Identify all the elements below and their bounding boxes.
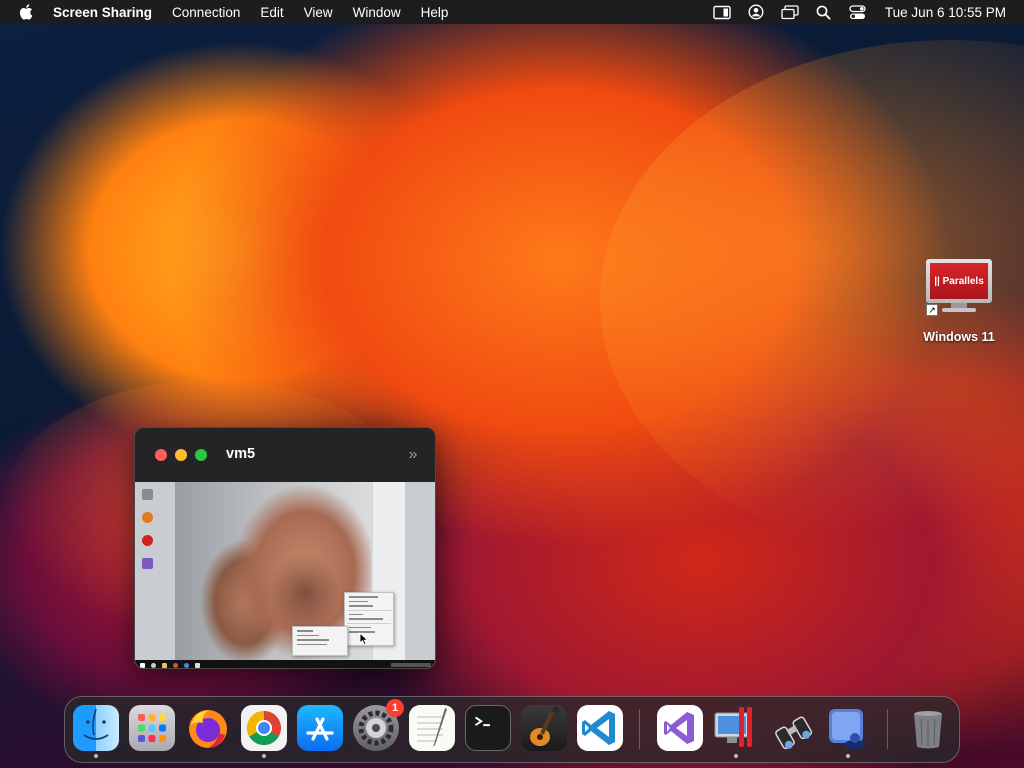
dock-item-garageband[interactable]: [521, 705, 567, 751]
menu-window[interactable]: Window: [353, 5, 401, 20]
parallels-logo: || Parallels: [930, 263, 988, 299]
remote-parallels-icon[interactable]: [141, 535, 153, 546]
dock-item-textedit[interactable]: [409, 705, 455, 751]
menu-bar: Screen Sharing Connection Edit View Wind…: [0, 0, 1024, 24]
menu-help[interactable]: Help: [421, 5, 449, 20]
menu-edit[interactable]: Edit: [260, 5, 283, 20]
finder-icon: [73, 705, 119, 751]
dock-divider: [887, 709, 888, 749]
dock-item-trash[interactable]: [905, 705, 951, 751]
remote-visual-studio-icon[interactable]: [141, 558, 153, 569]
window-zoom-button[interactable]: [195, 449, 207, 461]
dock-item-vscode[interactable]: [577, 705, 623, 751]
desktop-icon-label: Windows 11: [923, 330, 995, 344]
remote-app-icon[interactable]: [141, 512, 153, 523]
menu-app-name[interactable]: Screen Sharing: [53, 5, 152, 20]
remote-firefox-icon[interactable]: [173, 662, 178, 668]
running-indicator: [262, 754, 266, 758]
window-title: vm5: [226, 446, 256, 462]
dock-item-visual-studio[interactable]: [657, 705, 703, 751]
dock-item-screen-sharing[interactable]: [769, 705, 815, 751]
menu-view[interactable]: View: [304, 5, 333, 20]
remote-app-taskbar-icon[interactable]: [195, 662, 200, 668]
firefox-icon: [185, 705, 231, 751]
running-indicator: [734, 754, 738, 758]
garageband-icon: [521, 705, 567, 751]
vscode-icon: [577, 705, 623, 751]
visual-studio-icon: [657, 705, 703, 751]
screen-sharing-window[interactable]: vm5 »: [134, 427, 436, 669]
dock-item-launchpad[interactable]: [129, 705, 175, 751]
apple-menu-icon[interactable]: [18, 3, 36, 21]
remote-search-icon[interactable]: [151, 662, 156, 668]
dock-divider: [639, 709, 640, 749]
remote-recycle-bin-icon[interactable]: [141, 489, 153, 500]
toolbar-overflow-chevron-icon[interactable]: »: [403, 445, 423, 465]
desktop-icon-windows-11[interactable]: || Parallels ↗ Windows 11: [914, 256, 1004, 344]
screen-sharing-binoculars-icon: [769, 705, 815, 751]
dock: 1: [64, 696, 960, 763]
dock-item-app-store[interactable]: [297, 705, 343, 751]
dock-item-finder[interactable]: [73, 705, 119, 758]
dock-item-firefox[interactable]: [185, 705, 231, 751]
remote-edge-icon[interactable]: [184, 662, 189, 668]
alias-arrow-icon: ↗: [926, 304, 938, 316]
launchpad-icon: [129, 705, 175, 751]
window-minimize-button[interactable]: [175, 449, 187, 461]
app-store-icon: [297, 705, 343, 751]
remote-start-icon[interactable]: [140, 662, 145, 668]
window-titlebar[interactable]: vm5 »: [135, 428, 435, 482]
monitor-base: [942, 308, 976, 312]
running-indicator: [94, 754, 98, 758]
dock-item-system-settings[interactable]: 1: [353, 699, 404, 751]
trash-icon: [905, 705, 951, 751]
remote-mouse-cursor-icon: [359, 632, 369, 646]
notification-badge: 1: [386, 699, 404, 717]
monitor-screen: || Parallels: [926, 259, 992, 303]
stage-manager-icon[interactable]: [713, 4, 731, 20]
remote-explorer-icon[interactable]: [162, 662, 167, 668]
remote-system-tray[interactable]: [391, 663, 431, 667]
control-center-icon[interactable]: [849, 4, 867, 20]
user-account-icon[interactable]: [747, 4, 765, 20]
dock-item-chrome[interactable]: [241, 705, 287, 758]
parallels-desktop-icon: [713, 705, 759, 751]
window-close-button[interactable]: [155, 449, 167, 461]
remote-context-menu[interactable]: [344, 592, 394, 646]
terminal-icon: [465, 705, 511, 751]
dock-item-terminal[interactable]: [465, 705, 511, 751]
remote-taskbar: [135, 660, 435, 668]
remote-desktop-view[interactable]: [135, 482, 435, 668]
textedit-icon: [409, 705, 455, 751]
parallels-vm-alias-icon: || Parallels ↗: [926, 256, 992, 316]
preview-icon: [825, 705, 871, 751]
dock-item-preview[interactable]: [825, 705, 871, 758]
chrome-icon: [241, 705, 287, 751]
menu-connection[interactable]: Connection: [172, 5, 240, 20]
photo-detail: [270, 552, 340, 632]
screen-mirroring-icon[interactable]: [781, 4, 799, 20]
dock-item-parallels-desktop[interactable]: [713, 705, 759, 758]
remote-desktop-icons: [139, 486, 155, 581]
running-indicator: [846, 754, 850, 758]
menu-bar-clock[interactable]: Tue Jun 6 10:55 PM: [885, 5, 1006, 20]
menu-bar-status-area: Tue Jun 6 10:55 PM: [713, 4, 1024, 20]
remote-context-submenu[interactable]: [292, 626, 348, 656]
spotlight-search-icon[interactable]: [815, 4, 833, 20]
